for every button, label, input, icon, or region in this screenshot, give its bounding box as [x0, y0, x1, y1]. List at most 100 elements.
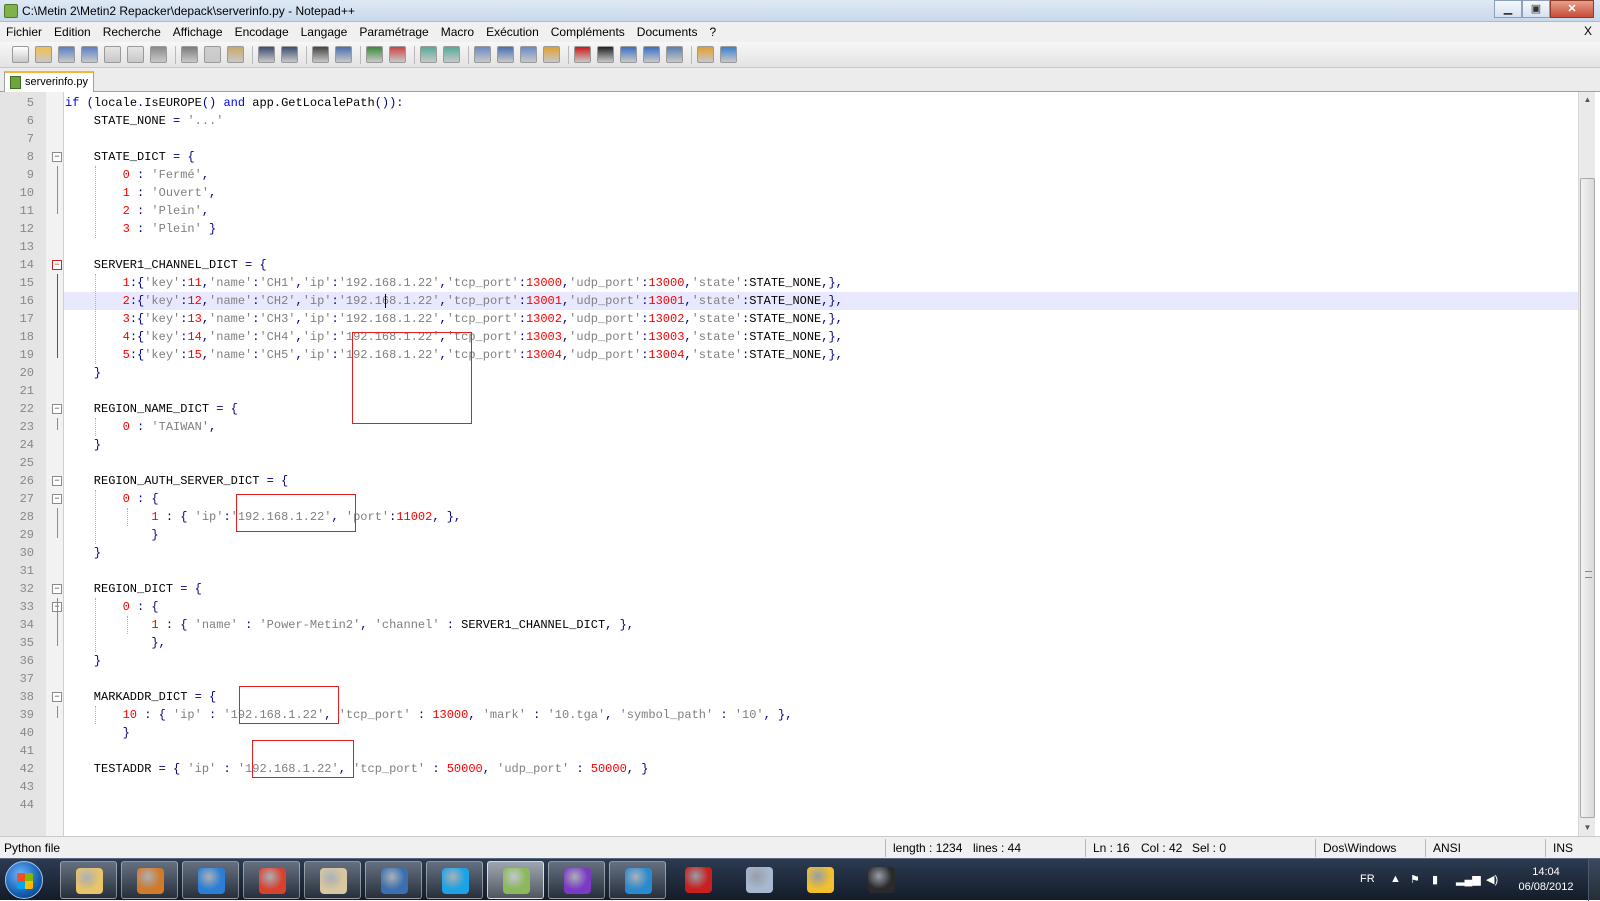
- menu-item[interactable]: Affichage: [167, 25, 229, 39]
- scroll-up-icon[interactable]: ▲: [1579, 92, 1596, 108]
- taskbar-app[interactable]: [731, 861, 788, 899]
- close-file-icon[interactable]: [104, 46, 121, 63]
- paste-icon[interactable]: [227, 46, 244, 63]
- menu-item[interactable]: Paramétrage: [353, 25, 434, 39]
- fold-toggle-icon[interactable]: −: [52, 494, 62, 504]
- stop-record-icon[interactable]: [597, 46, 614, 63]
- scroll-down-icon[interactable]: ▼: [1579, 820, 1596, 836]
- print-icon[interactable]: [150, 46, 167, 63]
- minimize-button[interactable]: ▁: [1494, 0, 1522, 18]
- menu-item[interactable]: Exécution: [480, 25, 545, 39]
- tab-serverinfo[interactable]: serverinfo.py: [4, 71, 94, 92]
- start-button[interactable]: [5, 861, 43, 899]
- taskbar-app[interactable]: [243, 861, 300, 899]
- taskbar-app[interactable]: [182, 861, 239, 899]
- network-icon[interactable]: ▂▄▆: [1456, 873, 1481, 886]
- taskbar-app[interactable]: [304, 861, 361, 899]
- action-center-icon[interactable]: ⚑: [1410, 873, 1420, 886]
- code-token: 50000: [590, 762, 627, 776]
- run-macro-multiple-icon[interactable]: [643, 46, 660, 63]
- save-all-icon[interactable]: [81, 46, 98, 63]
- taskbar-app[interactable]: [609, 861, 666, 899]
- language-indicator[interactable]: FR: [1360, 873, 1375, 885]
- fold-toggle-icon[interactable]: −: [52, 692, 62, 702]
- maximize-button[interactable]: ▣: [1522, 0, 1550, 18]
- zoom-out-icon[interactable]: [389, 46, 406, 63]
- taskbar-app[interactable]: [670, 861, 727, 899]
- menu-item[interactable]: Compléments: [545, 25, 631, 39]
- spell-check-icon[interactable]: [720, 46, 737, 63]
- code-token: 'key': [144, 312, 181, 326]
- close-button[interactable]: ✕: [1550, 0, 1594, 18]
- user-language-icon[interactable]: [543, 46, 560, 63]
- record-macro-icon[interactable]: [574, 46, 591, 63]
- code-token: 13003: [648, 330, 685, 344]
- fold-toggle-icon[interactable]: −: [52, 584, 62, 594]
- menu-item[interactable]: Documents: [631, 25, 704, 39]
- close-all-icon[interactable]: [127, 46, 144, 63]
- menu-item[interactable]: ?: [704, 25, 723, 39]
- menu-item[interactable]: Encodage: [229, 25, 295, 39]
- fold-toggle-icon[interactable]: −: [52, 152, 62, 162]
- taskbar-app[interactable]: [792, 861, 849, 899]
- indent-guide-icon[interactable]: [520, 46, 537, 63]
- cut-icon[interactable]: [181, 46, 198, 63]
- sync-vertical-icon[interactable]: [420, 46, 437, 63]
- code-token: 'key': [144, 348, 181, 362]
- code-line: if (locale.IsEUROPE() and app.GetLocaleP…: [65, 94, 404, 112]
- taskbar-app[interactable]: [426, 861, 483, 899]
- code-token: ,: [439, 348, 447, 362]
- code-token: 4: [122, 330, 130, 344]
- code-token: 'ip': [187, 762, 217, 776]
- play-macro-icon[interactable]: [620, 46, 637, 63]
- show-hidden-icons-icon[interactable]: ▲: [1390, 873, 1401, 885]
- code-token: 'udp_port': [569, 348, 642, 362]
- zoom-in-icon[interactable]: [366, 46, 383, 63]
- menu-item[interactable]: Recherche: [97, 25, 167, 39]
- menu-item[interactable]: Edition: [48, 25, 97, 39]
- code-token: =: [158, 762, 166, 776]
- code-token: ,: [201, 168, 210, 182]
- save-icon[interactable]: [58, 46, 75, 63]
- taskbar-app[interactable]: [487, 861, 544, 899]
- line-number: 32: [19, 582, 34, 596]
- sync-horizontal-icon[interactable]: [443, 46, 460, 63]
- taskbar-app[interactable]: [121, 861, 178, 899]
- taskbar-app[interactable]: [548, 861, 605, 899]
- menu-item[interactable]: Fichier: [0, 25, 48, 39]
- fold-toggle-icon[interactable]: −: [52, 476, 62, 486]
- fold-toggle-icon[interactable]: −: [52, 404, 62, 414]
- undo-icon[interactable]: [258, 46, 275, 63]
- show-desktop-button[interactable]: [1588, 859, 1600, 901]
- show-all-chars-icon[interactable]: [497, 46, 514, 63]
- menu-item[interactable]: Langage: [295, 25, 354, 39]
- replace-icon[interactable]: [335, 46, 352, 63]
- taskbar-app[interactable]: [365, 861, 422, 899]
- find-icon[interactable]: [312, 46, 329, 63]
- taskbar-app[interactable]: [60, 861, 117, 899]
- fold-toggle-icon[interactable]: −: [52, 260, 62, 270]
- open-file-icon[interactable]: [35, 46, 52, 63]
- power-icon[interactable]: ▮: [1432, 873, 1438, 886]
- code-area[interactable]: if (locale.IsEUROPE() and app.GetLocaleP…: [64, 92, 1578, 836]
- new-file-icon[interactable]: [12, 46, 29, 63]
- volume-icon[interactable]: ◀): [1486, 873, 1498, 886]
- close-document-button[interactable]: X: [1584, 24, 1592, 38]
- clock[interactable]: 14:04 06/08/2012: [1510, 865, 1582, 895]
- editor[interactable]: 5 6 7 8 9 10 11 12 13 14 15 16 17 18 19 20 21 22 23 24 25 26 2…: [0, 92, 1600, 836]
- taskbar-app[interactable]: [853, 861, 910, 899]
- launch-browser-icon[interactable]: [697, 46, 714, 63]
- code-token: },: [446, 510, 462, 524]
- code-line: }: [65, 436, 101, 454]
- line-number: 34: [19, 618, 34, 632]
- redo-icon[interactable]: [281, 46, 298, 63]
- vertical-scrollbar[interactable]: ▲ ▼: [1578, 92, 1595, 836]
- scroll-thumb[interactable]: [1580, 178, 1595, 818]
- menu-item[interactable]: Macro: [435, 25, 480, 39]
- save-macro-icon[interactable]: [666, 46, 683, 63]
- code-token: '192.168.1.22': [237, 762, 339, 776]
- word-wrap-icon[interactable]: [474, 46, 491, 63]
- code-token: 5: [122, 348, 130, 362]
- copy-icon[interactable]: [204, 46, 221, 63]
